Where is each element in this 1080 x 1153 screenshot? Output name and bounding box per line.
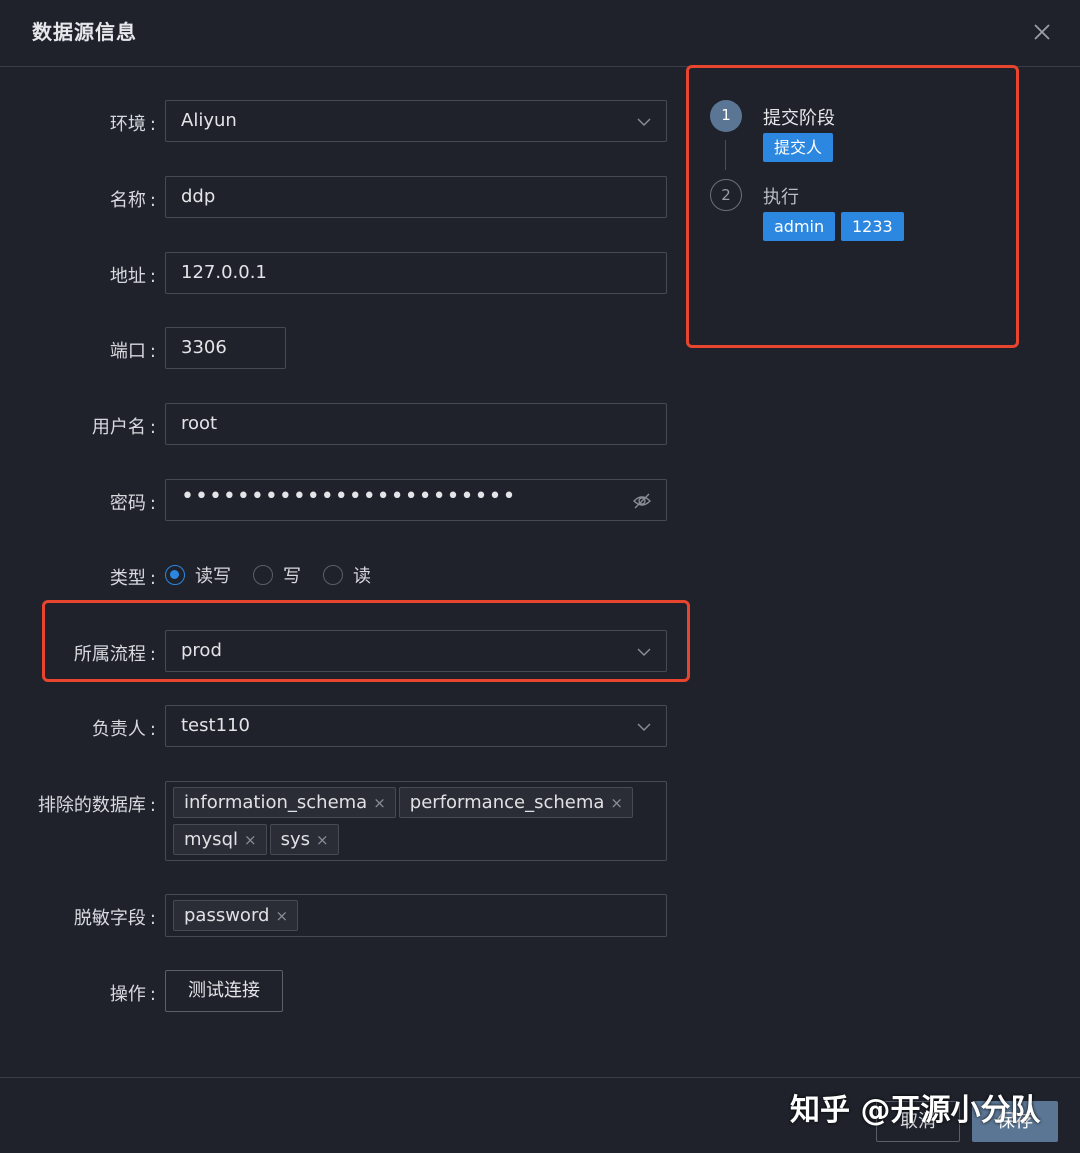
username-label: 用户名: — [91, 417, 156, 438]
type-radio-group: 读写 写 读 — [165, 554, 393, 596]
close-icon[interactable] — [1030, 20, 1054, 44]
masked-fields-label: 脱敏字段: — [73, 908, 156, 929]
port-input[interactable]: 3306 — [165, 327, 286, 369]
address-input[interactable]: 127.0.0.1 — [165, 252, 667, 294]
masked-fields-multiselect[interactable]: password × — [165, 894, 667, 937]
zhihu-watermark: 知乎 @开源小分队 — [790, 1093, 1041, 1128]
username-input[interactable]: root — [165, 403, 667, 445]
env-select[interactable]: Aliyun — [165, 100, 667, 142]
env-label: 环境: — [109, 114, 156, 135]
step-1-badge: 提交人 — [763, 133, 834, 162]
type-radio-write[interactable]: 写 — [253, 562, 301, 588]
radio-checked-icon — [165, 565, 185, 585]
step-connector — [725, 140, 726, 170]
type-radio-readwrite[interactable]: 读写 — [165, 562, 231, 588]
port-label: 端口: — [109, 341, 156, 362]
remove-tag-icon[interactable]: × — [610, 794, 623, 812]
step-1-title: 提交阶段 — [763, 108, 835, 129]
step-2-badge-1233: 1233 — [841, 212, 904, 241]
eye-off-icon[interactable] — [632, 491, 652, 511]
remove-tag-icon[interactable]: × — [244, 831, 257, 849]
excluded-db-label: 排除的数据库: — [37, 795, 156, 816]
tag-item: mysql × — [173, 824, 267, 855]
owner-select[interactable]: test110 — [165, 705, 667, 747]
remove-tag-icon[interactable]: × — [275, 907, 288, 925]
excluded-db-multiselect[interactable]: information_schema × performance_schema × m… — [165, 781, 667, 861]
radio-label: 读写 — [195, 566, 231, 587]
address-value: 127.0.0.1 — [181, 262, 267, 283]
action-label: 操作: — [109, 984, 156, 1005]
name-label: 名称: — [109, 190, 156, 211]
step-2-number: 2 — [710, 179, 742, 211]
dialog-title: 数据源信息 — [32, 20, 137, 44]
remove-tag-icon[interactable]: × — [316, 831, 329, 849]
username-value: root — [181, 413, 218, 434]
password-label: 密码: — [109, 493, 156, 514]
radio-unchecked-icon — [323, 565, 343, 585]
password-input[interactable]: •••••••••••••••••••••••• — [165, 479, 667, 521]
step-1-number: 1 — [710, 100, 742, 132]
radio-label: 读 — [353, 566, 371, 587]
test-connection-button[interactable]: 测试连接 — [165, 970, 283, 1012]
type-radio-read[interactable]: 读 — [323, 562, 371, 588]
type-label: 类型: — [109, 568, 156, 589]
radio-unchecked-icon — [253, 565, 273, 585]
tag-item: performance_schema × — [398, 787, 633, 818]
radio-label: 写 — [283, 566, 301, 587]
chevron-down-icon — [636, 719, 652, 735]
name-input[interactable]: ddp — [165, 176, 667, 218]
remove-tag-icon[interactable]: × — [373, 794, 386, 812]
address-label: 地址: — [109, 266, 156, 287]
highlight-box-flow — [42, 600, 690, 682]
port-value: 3306 — [181, 337, 227, 358]
chevron-down-icon — [636, 114, 652, 130]
name-value: ddp — [181, 186, 216, 207]
owner-value: test110 — [181, 715, 250, 736]
step-2-title: 执行 — [763, 187, 799, 208]
tag-item: sys × — [269, 824, 339, 855]
password-value: •••••••••••••••••••••••• — [181, 484, 517, 509]
owner-label: 负责人: — [91, 719, 156, 740]
step-2-badge-admin: admin — [763, 212, 836, 241]
approval-steps: 1 提交阶段 提交人 2 执行 admin 1233 — [708, 100, 1008, 300]
dialog-header: 数据源信息 — [0, 0, 1080, 67]
tag-item: information_schema × — [173, 787, 396, 818]
env-value: Aliyun — [181, 110, 237, 131]
tag-item: password × — [173, 900, 299, 931]
